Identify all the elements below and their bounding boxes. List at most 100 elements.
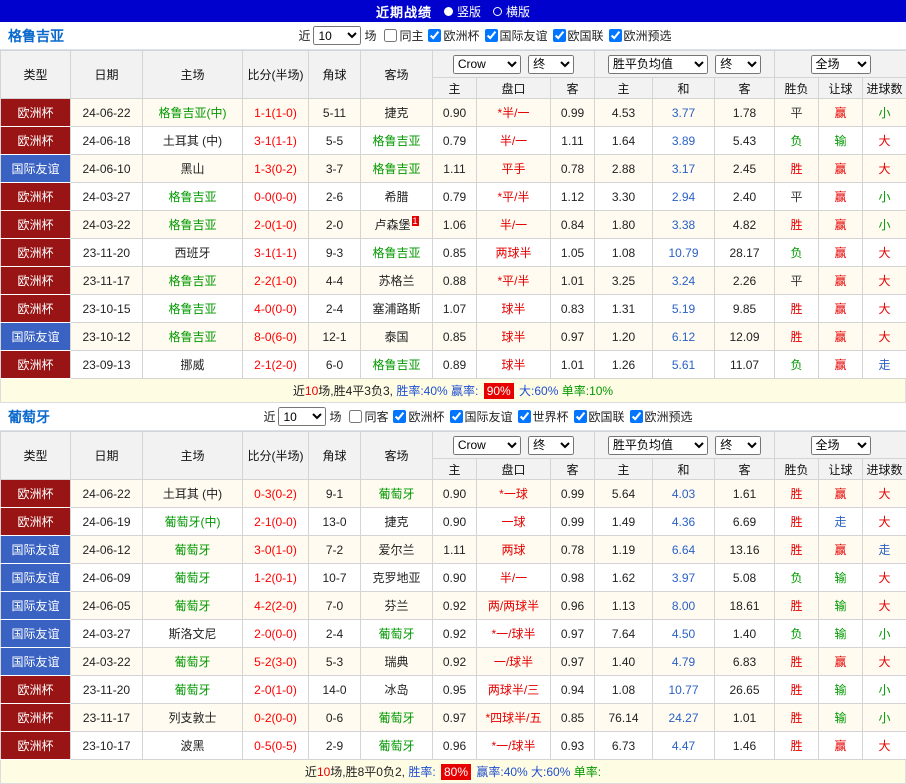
lose-odds-cell: 26.65 xyxy=(715,676,775,704)
filter-checkbox[interactable] xyxy=(609,29,622,42)
lose-odds-cell: 1.61 xyxy=(715,480,775,508)
team-label: 格鲁吉亚 xyxy=(372,246,420,260)
competition-cell: 欧洲杯 xyxy=(1,295,71,323)
team-label: 格鲁吉亚 xyxy=(168,274,216,288)
filter-checkbox[interactable] xyxy=(630,410,643,423)
date-cell: 24-03-22 xyxy=(71,648,143,676)
filter-checkbox[interactable] xyxy=(450,410,463,423)
col-corner-header: 角球 xyxy=(309,51,361,99)
filter-checkbox[interactable] xyxy=(349,410,362,423)
score-cell: 2-0(0-0) xyxy=(243,620,309,648)
filter-checkbox[interactable] xyxy=(574,410,587,423)
lose-odds-cell: 1.01 xyxy=(715,704,775,732)
team-label: 格鲁吉亚 xyxy=(168,330,216,344)
wdl-average-select[interactable]: 胜平负均值 xyxy=(608,55,708,74)
goals-result-cell: 大 xyxy=(863,267,906,295)
handicap-cell: *平/半 xyxy=(477,183,551,211)
bookmaker-select[interactable]: Crow xyxy=(453,436,521,455)
filter-option-同客[interactable]: 同客 xyxy=(349,408,388,425)
match-count-select[interactable]: 10 xyxy=(313,26,361,45)
filter-checkbox[interactable] xyxy=(428,29,441,42)
competition-cell: 国际友谊 xyxy=(1,648,71,676)
final-odds-select-2[interactable]: 终 xyxy=(715,436,761,455)
bookmaker-select[interactable]: Crow xyxy=(453,55,521,74)
col-cover-header: 让球 xyxy=(819,78,863,99)
handicap-result-cell: 赢 xyxy=(819,211,863,239)
lose-odds-cell: 2.26 xyxy=(715,267,775,295)
handicap-away-odds-cell: 0.97 xyxy=(551,648,595,676)
filter-checkbox[interactable] xyxy=(553,29,566,42)
scope-select[interactable]: 全场 xyxy=(811,436,871,455)
col-date-header: 日期 xyxy=(71,51,143,99)
col-cover-header: 让球 xyxy=(819,459,863,480)
match-row: 欧洲杯23-11-17格鲁吉亚2-2(1-0)4-4苏格兰0.88*平/半1.0… xyxy=(1,267,906,295)
draw-odds-cell: 6.12 xyxy=(653,323,715,351)
filter-option-欧洲杯[interactable]: 欧洲杯 xyxy=(393,408,444,425)
handicap-cell: 球半 xyxy=(477,351,551,379)
radio-selected-icon xyxy=(444,7,453,16)
handicap-home-odds-cell: 0.79 xyxy=(433,183,477,211)
match-row: 国际友谊24-06-10黑山1-3(0-2)3-7格鲁吉亚1.11平手0.782… xyxy=(1,155,906,183)
team-label: 格鲁吉亚 xyxy=(372,134,420,148)
col-handicap-away-header: 客 xyxy=(551,459,595,480)
team-label: 挪威 xyxy=(180,358,204,372)
filter-option-世界杯[interactable]: 世界杯 xyxy=(518,408,569,425)
away-team-cell: 捷克 xyxy=(361,508,433,536)
filter-option-国际友谊[interactable]: 国际友谊 xyxy=(485,27,548,44)
result-cell: 胜 xyxy=(775,592,819,620)
win-odds-cell: 1.20 xyxy=(595,323,653,351)
handicap-result-cell: 输 xyxy=(819,620,863,648)
goals-result-cell: 大 xyxy=(863,592,906,620)
score-cell: 2-0(1-0) xyxy=(243,211,309,239)
date-cell: 23-10-12 xyxy=(71,323,143,351)
layout-horizontal-option[interactable]: 横版 xyxy=(493,3,530,20)
team-label: 斯洛文尼 xyxy=(168,627,216,641)
goals-result-cell: 大 xyxy=(863,323,906,351)
filter-option-欧洲杯[interactable]: 欧洲杯 xyxy=(428,27,479,44)
corner-cell: 5-3 xyxy=(309,648,361,676)
goals-result-cell: 小 xyxy=(863,211,906,239)
final-odds-select-2[interactable]: 终 xyxy=(715,55,761,74)
handicap-home-odds-cell: 0.90 xyxy=(433,99,477,127)
handicap-home-odds-cell: 0.90 xyxy=(433,564,477,592)
filter-option-国际友谊[interactable]: 国际友谊 xyxy=(450,408,513,425)
handicap-away-odds-cell: 0.98 xyxy=(551,564,595,592)
summary-part: 场,胜4平3负3, xyxy=(318,382,396,399)
date-cell: 24-06-09 xyxy=(71,564,143,592)
filter-option-欧国联[interactable]: 欧国联 xyxy=(574,408,625,425)
date-cell: 24-03-22 xyxy=(71,211,143,239)
team-label: 格鲁吉亚(中) xyxy=(159,106,227,120)
filter-option-欧国联[interactable]: 欧国联 xyxy=(553,27,604,44)
result-cell: 负 xyxy=(775,564,819,592)
win-odds-cell: 1.31 xyxy=(595,295,653,323)
draw-odds-cell: 3.24 xyxy=(653,267,715,295)
match-count-select[interactable]: 10 xyxy=(278,407,326,426)
filter-option-欧洲预选[interactable]: 欧洲预选 xyxy=(609,27,672,44)
handicap-away-odds-cell: 0.85 xyxy=(551,704,595,732)
layout-vertical-option[interactable]: 竖版 xyxy=(444,3,481,20)
final-odds-select[interactable]: 终 xyxy=(528,55,574,74)
filter-checkbox[interactable] xyxy=(485,29,498,42)
handicap-away-odds-cell: 1.11 xyxy=(551,127,595,155)
away-team-cell: 克罗地亚 xyxy=(361,564,433,592)
lose-odds-cell: 5.08 xyxy=(715,564,775,592)
summary-part: 单率: xyxy=(570,763,601,780)
away-team-cell: 爱尔兰 xyxy=(361,536,433,564)
final-odds-select[interactable]: 终 xyxy=(528,436,574,455)
handicap-result-cell: 赢 xyxy=(819,267,863,295)
col-away-header: 客场 xyxy=(361,51,433,99)
filter-checkbox[interactable] xyxy=(393,410,406,423)
unit-label: 场 xyxy=(329,408,341,425)
corner-cell: 13-0 xyxy=(309,508,361,536)
handicap-away-odds-cell: 0.84 xyxy=(551,211,595,239)
scope-select[interactable]: 全场 xyxy=(811,55,871,74)
handicap-home-odds-cell: 0.92 xyxy=(433,592,477,620)
filter-option-同主[interactable]: 同主 xyxy=(384,27,423,44)
handicap-result-cell: 赢 xyxy=(819,183,863,211)
filter-option-欧洲预选[interactable]: 欧洲预选 xyxy=(630,408,693,425)
filter-checkbox[interactable] xyxy=(384,29,397,42)
handicap-cell: *平/半 xyxy=(477,267,551,295)
handicap-away-odds-cell: 1.01 xyxy=(551,267,595,295)
filter-checkbox[interactable] xyxy=(518,410,531,423)
wdl-average-select[interactable]: 胜平负均值 xyxy=(608,436,708,455)
